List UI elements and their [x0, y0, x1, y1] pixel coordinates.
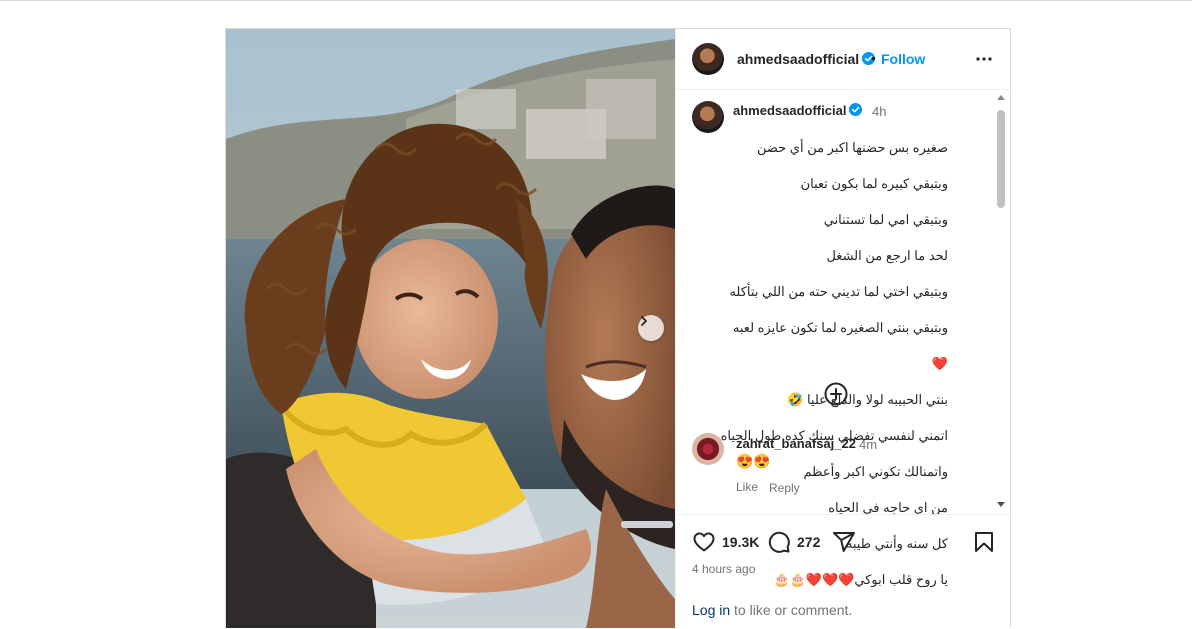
login-prompt: Log in to like or comment.	[692, 602, 852, 618]
comment-like-button[interactable]: Like	[736, 480, 758, 494]
comment-text: 😍😍	[736, 453, 771, 469]
next-image-button[interactable]	[638, 315, 664, 341]
more-options-icon[interactable]	[972, 47, 996, 71]
post-photo	[226, 29, 675, 628]
header-separator: •	[871, 50, 876, 66]
instagram-post: ahmedsaadofficial • Follow ahmedsaadoffi…	[225, 28, 1012, 628]
caption-line: ❤️	[931, 356, 948, 371]
bookmark-icon[interactable]	[972, 530, 996, 554]
chevron-right-icon	[641, 316, 647, 326]
caption-line: وبتبقي كبيره لما بكون تعبان	[800, 176, 948, 191]
caption-line: وبتبقي امي لما تستناني	[823, 212, 948, 227]
post-media[interactable]	[226, 29, 675, 628]
comment-icon[interactable]	[767, 530, 791, 554]
comments-count[interactable]: 272	[797, 534, 820, 550]
commenter-avatar[interactable]	[692, 433, 724, 465]
caption-username[interactable]: ahmedsaadofficial	[733, 103, 863, 118]
likes-count[interactable]: 19.3K	[722, 534, 759, 550]
scroll-down-arrow-icon[interactable]	[997, 502, 1005, 507]
page-top-divider	[0, 0, 1192, 1]
caption-line: وبتبقي اختي لما تديني حته من اللي بتأكله	[729, 284, 948, 299]
comment-username[interactable]: zahrat_banafsaj_22	[736, 436, 856, 451]
login-link[interactable]: Log in	[692, 602, 730, 618]
post-header: ahmedsaadofficial • Follow	[676, 29, 1012, 90]
comment-time: 4m	[859, 437, 878, 452]
comments-scrollbar[interactable]	[994, 93, 1008, 511]
author-avatar[interactable]	[692, 43, 724, 75]
post-actions: 19.3K 272 4 hours ago Log in to like or …	[676, 514, 1012, 629]
share-icon[interactable]	[832, 530, 856, 554]
post-time-ago: 4 hours ago	[692, 562, 756, 576]
comment-reply-button[interactable]: Reply	[769, 481, 800, 495]
scroll-up-arrow-icon[interactable]	[997, 95, 1005, 100]
caption-time: 4h	[872, 104, 887, 119]
caption-line: لحد ما ارجع من الشغل	[826, 248, 948, 263]
post-side-panel: ahmedsaadofficial • Follow ahmedsaadoffi…	[675, 29, 1012, 628]
heart-icon[interactable]	[692, 530, 716, 554]
follow-button[interactable]: Follow	[881, 51, 925, 67]
caption-line: وبتبقي بنتي الصغيره لما تكون عايزه لعبه	[732, 320, 948, 335]
caption-line: صغيره بس حضنها اكبر من أي حضن	[756, 140, 948, 155]
add-comment-icon[interactable]	[823, 381, 849, 407]
scrollbar-thumb[interactable]	[997, 110, 1005, 208]
login-prompt-text: to like or comment.	[730, 602, 853, 618]
verified-badge-icon	[849, 103, 863, 116]
author-username[interactable]: ahmedsaadofficial	[737, 51, 876, 67]
